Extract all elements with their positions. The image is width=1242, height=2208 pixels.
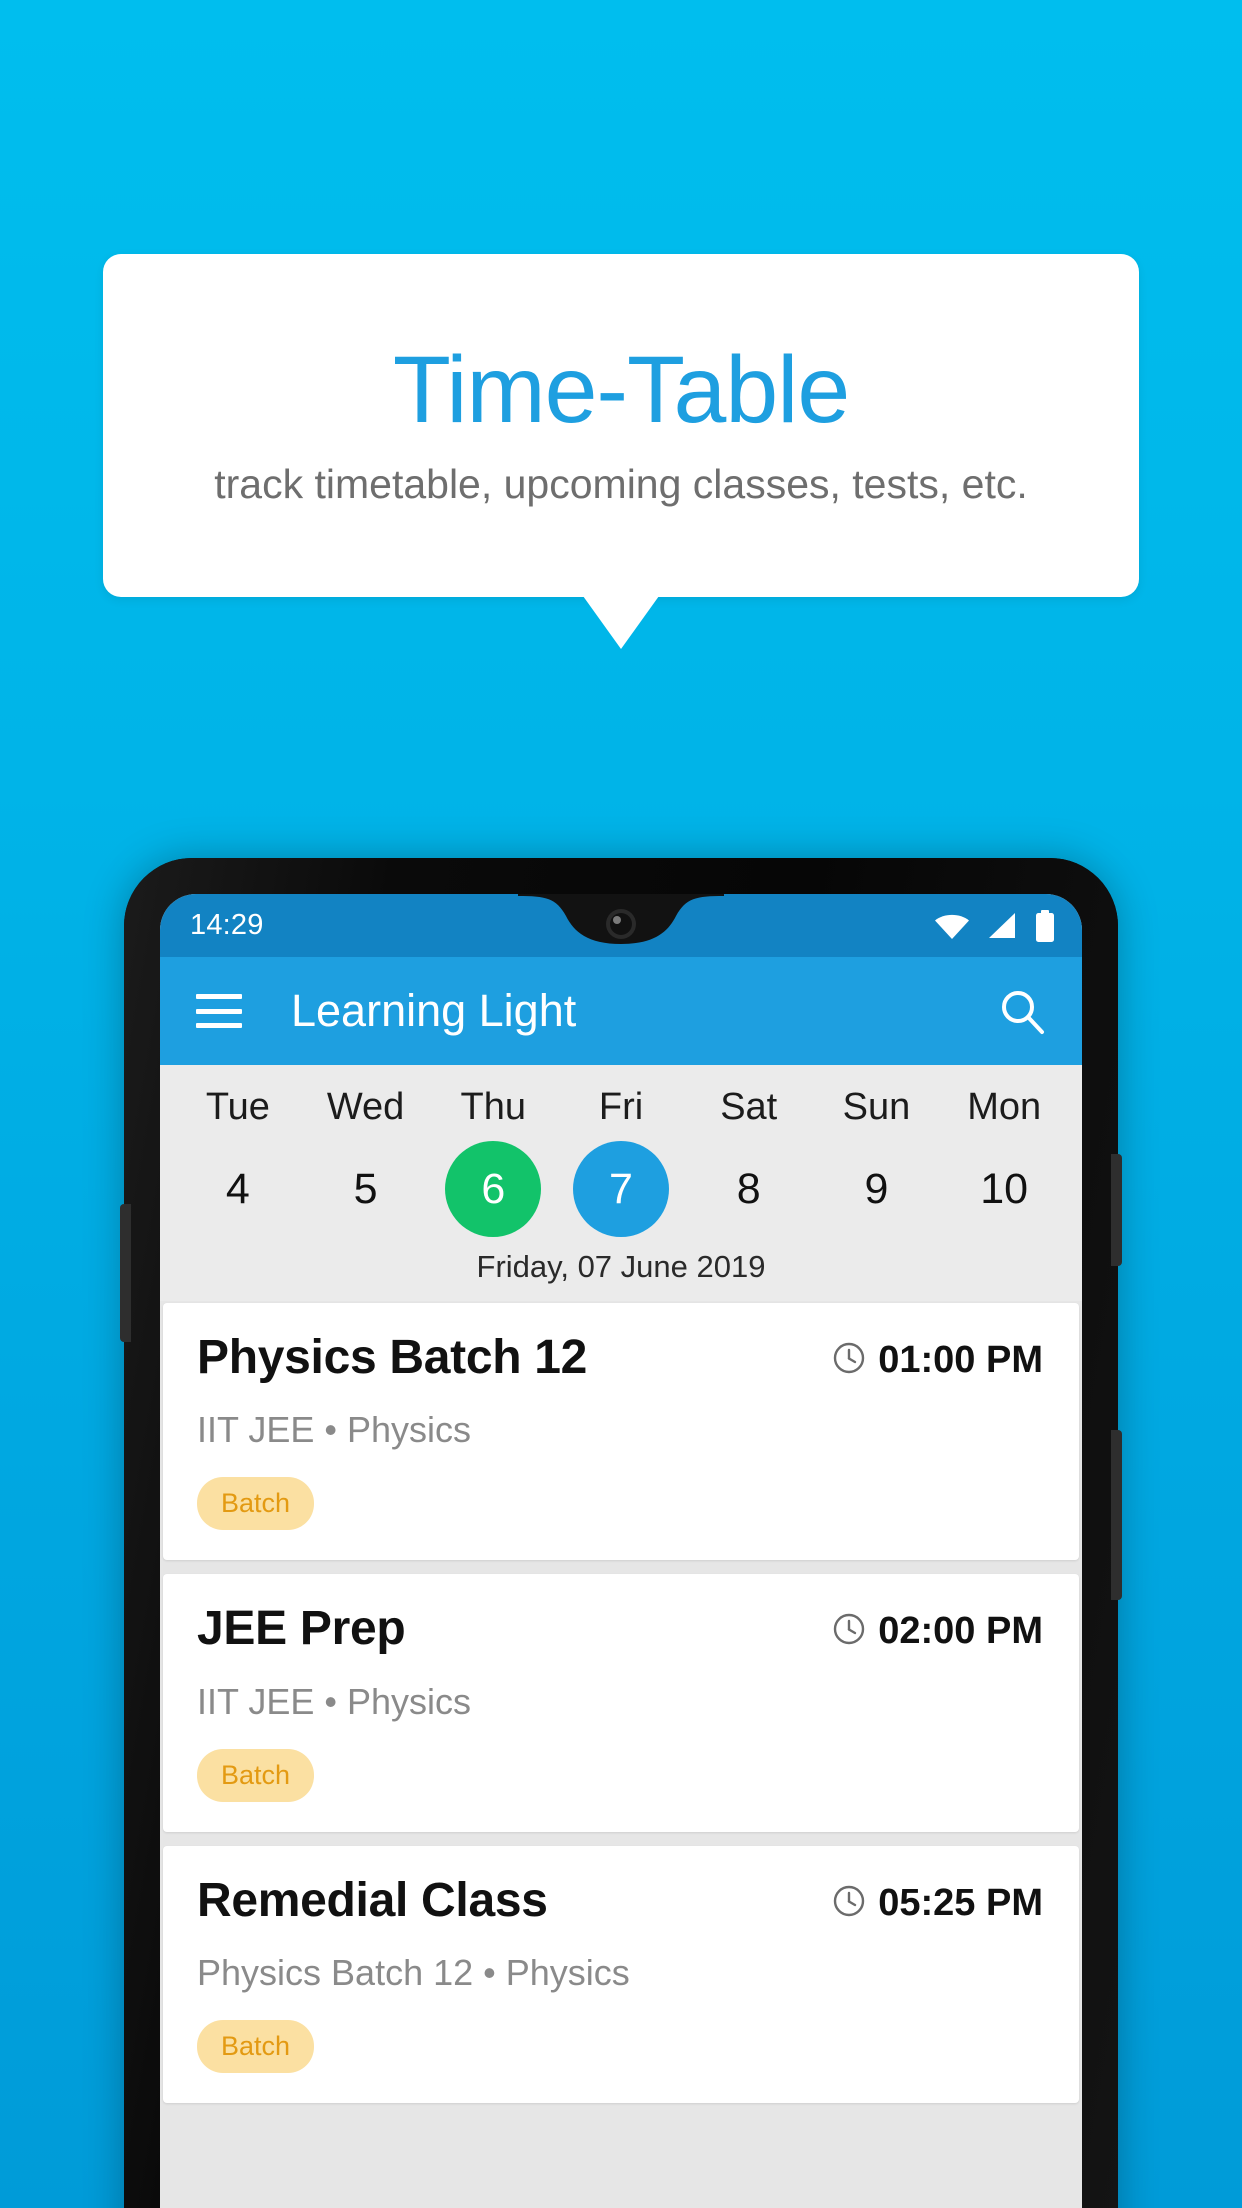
promo-subtitle: track timetable, upcoming classes, tests… bbox=[214, 461, 1028, 508]
promo-card: Time-Table track timetable, upcoming cla… bbox=[103, 254, 1139, 597]
class-subtitle: IIT JEE • Physics bbox=[197, 1409, 472, 1451]
date-number: 6 bbox=[445, 1141, 542, 1237]
app-bar: Learning Light bbox=[160, 957, 1082, 1065]
battery-icon bbox=[1034, 909, 1056, 942]
date-cell-wed[interactable]: 5 bbox=[302, 1137, 430, 1241]
day-of-month-row: 4 5 6 7 8 9 10 bbox=[160, 1137, 1082, 1241]
class-type-badge: Batch bbox=[197, 2020, 315, 2074]
class-title: Remedial Class bbox=[197, 1873, 548, 1927]
promo-screenshot: Time-Table track timetable, upcoming cla… bbox=[0, 0, 1242, 2208]
day-of-week-label: Sun bbox=[842, 1085, 911, 1128]
date-number: 5 bbox=[353, 1164, 378, 1213]
class-time-group: 05:25 PM bbox=[832, 1876, 1043, 1925]
phone-mockup: 14:29 Learning Light Tue Wed Thu Fri Sat… bbox=[120, 858, 1122, 2208]
phone-viewport: 14:29 Learning Light Tue Wed Thu Fri Sat… bbox=[160, 894, 1082, 2208]
class-type-badge: Batch bbox=[197, 1748, 315, 1802]
phone-volume-button-left[interactable] bbox=[120, 1204, 131, 1342]
date-number: 9 bbox=[864, 1164, 889, 1213]
day-of-week-label: Wed bbox=[326, 1085, 405, 1128]
date-strip: Tue Wed Thu Fri Sat Sun Mon 4 5 6 7 8 9 … bbox=[160, 1065, 1082, 1301]
hamburger-menu-icon[interactable] bbox=[196, 994, 242, 1028]
search-icon[interactable] bbox=[996, 985, 1048, 1037]
phone-power-button[interactable] bbox=[1111, 1430, 1122, 1600]
class-card[interactable]: JEE Prep 02:00 PM IIT JEE • Physics Batc… bbox=[163, 1574, 1079, 1832]
class-subtitle: IIT JEE • Physics bbox=[197, 1680, 472, 1722]
date-cell-fri-selected[interactable]: 7 bbox=[557, 1137, 685, 1241]
day-of-week-label: Mon bbox=[967, 1085, 1042, 1128]
class-type-badge: Batch bbox=[197, 1477, 315, 1531]
class-card[interactable]: Physics Batch 12 01:00 PM IIT JEE • Phys… bbox=[163, 1303, 1079, 1561]
status-bar-icons bbox=[934, 909, 1056, 942]
class-subtitle: Physics Batch 12 • Physics bbox=[197, 1952, 630, 1994]
clock-icon bbox=[832, 1341, 866, 1380]
class-card-header: Physics Batch 12 01:00 PM bbox=[197, 1331, 1043, 1384]
selected-full-date: Friday, 07 June 2019 bbox=[476, 1249, 766, 1284]
class-title: Physics Batch 12 bbox=[197, 1331, 588, 1384]
class-time: 01:00 PM bbox=[878, 1339, 1043, 1381]
class-title: JEE Prep bbox=[197, 1602, 406, 1656]
date-cell-sun[interactable]: 9 bbox=[813, 1137, 941, 1241]
class-list: Physics Batch 12 01:00 PM IIT JEE • Phys… bbox=[160, 1301, 1082, 2208]
day-of-week-row: Tue Wed Thu Fri Sat Sun Mon bbox=[160, 1079, 1082, 1135]
class-time-group: 01:00 PM bbox=[832, 1333, 1043, 1382]
day-of-week-label: Tue bbox=[205, 1085, 270, 1128]
wifi-icon bbox=[934, 912, 970, 940]
date-number: 8 bbox=[736, 1164, 761, 1213]
date-number: 7 bbox=[573, 1141, 670, 1237]
front-camera-icon bbox=[606, 909, 636, 939]
signal-icon bbox=[987, 912, 1017, 940]
class-card[interactable]: Remedial Class 05:25 PM Physics Batch 12… bbox=[163, 1845, 1079, 2104]
class-time-group: 02:00 PM bbox=[832, 1604, 1043, 1653]
status-bar-clock: 14:29 bbox=[190, 909, 264, 941]
date-cell-sat[interactable]: 8 bbox=[685, 1137, 813, 1241]
app-title: Learning Light bbox=[291, 985, 577, 1036]
phone-volume-button-right[interactable] bbox=[1111, 1154, 1122, 1266]
day-of-week-label: Thu bbox=[460, 1085, 527, 1128]
date-cell-mon[interactable]: 10 bbox=[940, 1137, 1068, 1241]
status-bar: 14:29 bbox=[160, 894, 1082, 957]
date-number: 4 bbox=[225, 1164, 250, 1213]
date-cell-tue[interactable]: 4 bbox=[174, 1137, 302, 1241]
date-number: 10 bbox=[980, 1164, 1029, 1213]
promo-card-tail bbox=[583, 596, 659, 649]
day-of-week-label: Sat bbox=[720, 1085, 778, 1128]
class-card-header: JEE Prep 02:00 PM bbox=[197, 1602, 1043, 1656]
day-of-week-label: Fri bbox=[598, 1085, 644, 1128]
clock-icon bbox=[832, 1612, 866, 1651]
promo-title: Time-Table bbox=[392, 337, 850, 444]
class-card-header: Remedial Class 05:25 PM bbox=[197, 1873, 1043, 1927]
clock-icon bbox=[832, 1884, 866, 1923]
date-cell-thu-today[interactable]: 6 bbox=[429, 1137, 557, 1241]
class-time: 02:00 PM bbox=[878, 1610, 1043, 1653]
class-time: 05:25 PM bbox=[878, 1881, 1043, 1924]
